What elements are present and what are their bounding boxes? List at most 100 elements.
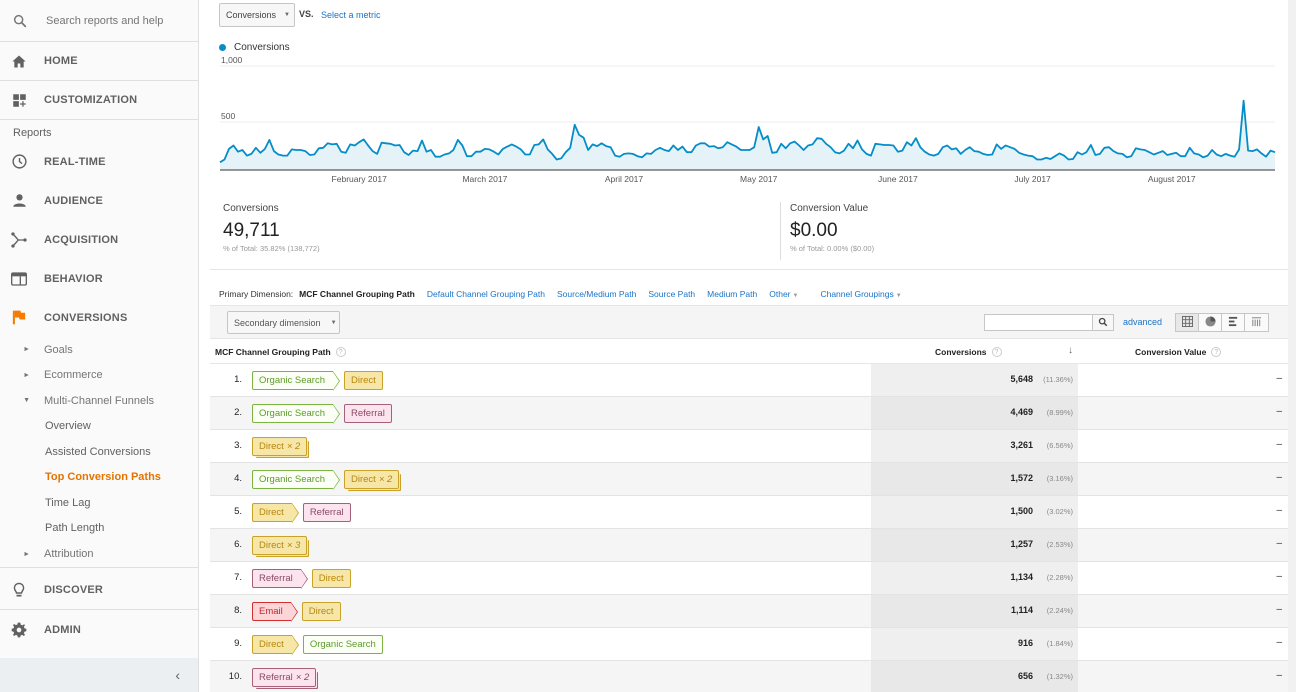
sidebar-subitem-multi-channel-funnels[interactable]: ▼ Multi-Channel Funnels — [0, 388, 198, 414]
sidebar-mcf-overview[interactable]: Overview — [0, 414, 198, 440]
channel-tag-organic[interactable]: Organic Search — [252, 404, 341, 424]
performance-view-button[interactable] — [1222, 314, 1245, 331]
channel-tag-direct[interactable]: Direct — [301, 602, 341, 621]
conversions-percent: (11.36%) — [1043, 375, 1073, 384]
sidebar-mcf-path-length[interactable]: Path Length — [0, 516, 198, 542]
conversions-cell: 1,114 (2.24%) — [871, 595, 1078, 627]
analytics-app: Search reports and help HOME CUSTOMIZATI… — [0, 0, 1296, 692]
channel-tag-organic[interactable]: Organic Search — [252, 371, 341, 391]
dimension-link-source-medium-path[interactable]: Source/Medium Path — [557, 289, 636, 299]
help-icon[interactable]: ? — [991, 347, 1002, 357]
channel-label: Direct — [351, 375, 376, 386]
sidebar-mcf-top-conversion-paths[interactable]: Top Conversion Paths — [0, 465, 198, 491]
scrollbar-track[interactable] — [1288, 0, 1296, 692]
sidebar-subitem-ecommerce[interactable]: ► Ecommerce — [0, 363, 198, 389]
sidebar-subitem-goals[interactable]: ► Goals — [0, 337, 198, 363]
pie-view-button[interactable] — [1199, 314, 1222, 331]
column-header-path[interactable]: MCF Channel Grouping Path? — [215, 347, 346, 357]
sidebar-item-behavior[interactable]: BEHAVIOR — [0, 259, 198, 298]
conversions-cell: 1,134 (2.28%) — [871, 562, 1078, 594]
conversions-value: 5,648 — [1010, 374, 1033, 384]
sort-descending-icon[interactable]: ↓ — [1068, 345, 1073, 356]
row-rank: 4. — [234, 473, 242, 484]
channel-label: Direct — [351, 474, 376, 485]
scorecard-subtext: % of Total: 0.00% ($0.00) — [790, 244, 875, 253]
chart-legend: Conversions — [219, 42, 290, 53]
column-header-conversions[interactable]: Conversions? — [935, 347, 1002, 357]
sidebar-subitem-label: Ecommerce — [44, 369, 103, 382]
sidebar-subitem-attribution[interactable]: ► Attribution — [0, 541, 198, 568]
channel-tag-direct[interactable]: Direct — [252, 503, 299, 523]
column-header-conversion-value[interactable]: Conversion Value? — [1135, 347, 1222, 357]
channel-label: Organic Search — [309, 639, 376, 650]
channel-tag-referral[interactable]: Referral — [302, 503, 351, 522]
sidebar-item-acquisition[interactable]: ACQUISITION — [0, 220, 198, 259]
channel-label: Direct — [259, 507, 284, 518]
caret-down-icon: ▼ — [23, 397, 30, 405]
dimension-other-dropdown[interactable]: Other ▼ — [769, 289, 798, 299]
channel-tag-direct[interactable]: Direct × 2 — [344, 470, 400, 489]
table-row: 7. Referral Direct 1,134 (2.28%) – — [210, 562, 1288, 595]
channel-tag-referral[interactable]: Referral — [252, 569, 308, 589]
flag-icon — [0, 310, 38, 325]
sidebar-item-home[interactable]: HOME — [0, 42, 198, 81]
sidebar-item-discover[interactable]: DISCOVER — [0, 571, 198, 610]
x-tick-label: May 2017 — [740, 174, 778, 184]
channel-tag-direct[interactable]: Direct × 2 — [252, 437, 308, 456]
channel-tag-direct[interactable]: Direct — [252, 635, 299, 655]
dimension-link-source-path[interactable]: Source Path — [648, 289, 695, 299]
channel-tag-direct[interactable]: Direct — [344, 371, 383, 390]
channel-tag-direct[interactable]: Direct — [311, 569, 351, 588]
table-row: 8. Email Direct 1,114 (2.24%) – — [210, 595, 1288, 628]
channel-tag-direct[interactable]: Direct × 3 — [252, 536, 308, 555]
sidebar-subitem-label: Attribution — [44, 548, 94, 560]
select-metric-link[interactable]: Select a metric — [321, 10, 381, 20]
secondary-dimension-select[interactable]: Secondary dimension ▼ — [227, 311, 340, 334]
scorecard-title: Conversions — [223, 203, 279, 214]
dimension-link-medium-path[interactable]: Medium Path — [707, 289, 757, 299]
table-search-input[interactable] — [984, 314, 1093, 331]
collapse-sidebar-button[interactable]: ‹ — [0, 658, 198, 692]
sidebar-item-admin[interactable]: ADMIN — [0, 610, 198, 649]
conversion-path: Referral × 2 — [252, 667, 317, 688]
x-tick-label: April 2017 — [605, 174, 644, 184]
sidebar-subitem-label: Goals — [44, 343, 73, 356]
advanced-filter-link[interactable]: advanced — [1123, 317, 1162, 327]
sidebar-mcf-time-lag[interactable]: Time Lag — [0, 490, 198, 516]
comparison-view-button[interactable] — [1245, 314, 1268, 331]
channel-groupings-label: Channel Groupings — [820, 289, 894, 299]
sidebar-search[interactable]: Search reports and help — [0, 0, 198, 42]
dimension-link-default-channel-grouping-path[interactable]: Default Channel Grouping Path — [427, 289, 545, 299]
sidebar-item-conversions[interactable]: CONVERSIONS — [0, 298, 198, 337]
sidebar-mcf-assisted-conversions[interactable]: Assisted Conversions — [0, 439, 198, 465]
sidebar-item-realtime[interactable]: REAL-TIME — [0, 142, 198, 181]
channel-tag-organic[interactable]: Organic Search — [252, 470, 341, 490]
conversion-path: Direct × 2 — [252, 436, 308, 457]
conversions-percent: (1.32%) — [1046, 672, 1073, 681]
dashboard-add-icon — [0, 93, 38, 108]
help-icon[interactable]: ? — [335, 347, 346, 357]
table-search-button[interactable] — [1093, 314, 1114, 331]
conversions-cell: 656 (1.32%) — [871, 661, 1078, 692]
sidebar-item-customization[interactable]: CUSTOMIZATION — [0, 81, 198, 120]
channel-tag-referral[interactable]: Referral × 2 — [252, 668, 317, 687]
channel-tag-referral[interactable]: Referral — [344, 404, 392, 423]
sidebar-item-audience[interactable]: AUDIENCE — [0, 181, 198, 220]
conversions-cell: 1,500 (3.02%) — [871, 496, 1078, 528]
caret-right-icon: ► — [23, 371, 30, 379]
pie-chart-icon — [1204, 314, 1216, 332]
channel-label: Email — [259, 606, 283, 617]
row-rank: 8. — [234, 605, 242, 616]
channel-label: Referral — [351, 408, 385, 419]
conversions-cell: 5,648 (11.36%) — [871, 364, 1078, 396]
sidebar-item-label: ADMIN — [44, 623, 82, 636]
channel-tag-email[interactable]: Email — [252, 602, 298, 622]
search-icon — [0, 13, 40, 29]
table-view-button[interactable] — [1176, 314, 1199, 331]
comparison-icon — [1251, 314, 1262, 332]
channel-tag-organic[interactable]: Organic Search — [302, 635, 383, 654]
help-icon[interactable]: ? — [1211, 347, 1222, 357]
metric-select[interactable]: Conversions ▼ — [219, 3, 295, 27]
y-tick-label: 1,000 — [221, 55, 243, 65]
channel-groupings-dropdown[interactable]: Channel Groupings ▼ — [820, 289, 901, 299]
